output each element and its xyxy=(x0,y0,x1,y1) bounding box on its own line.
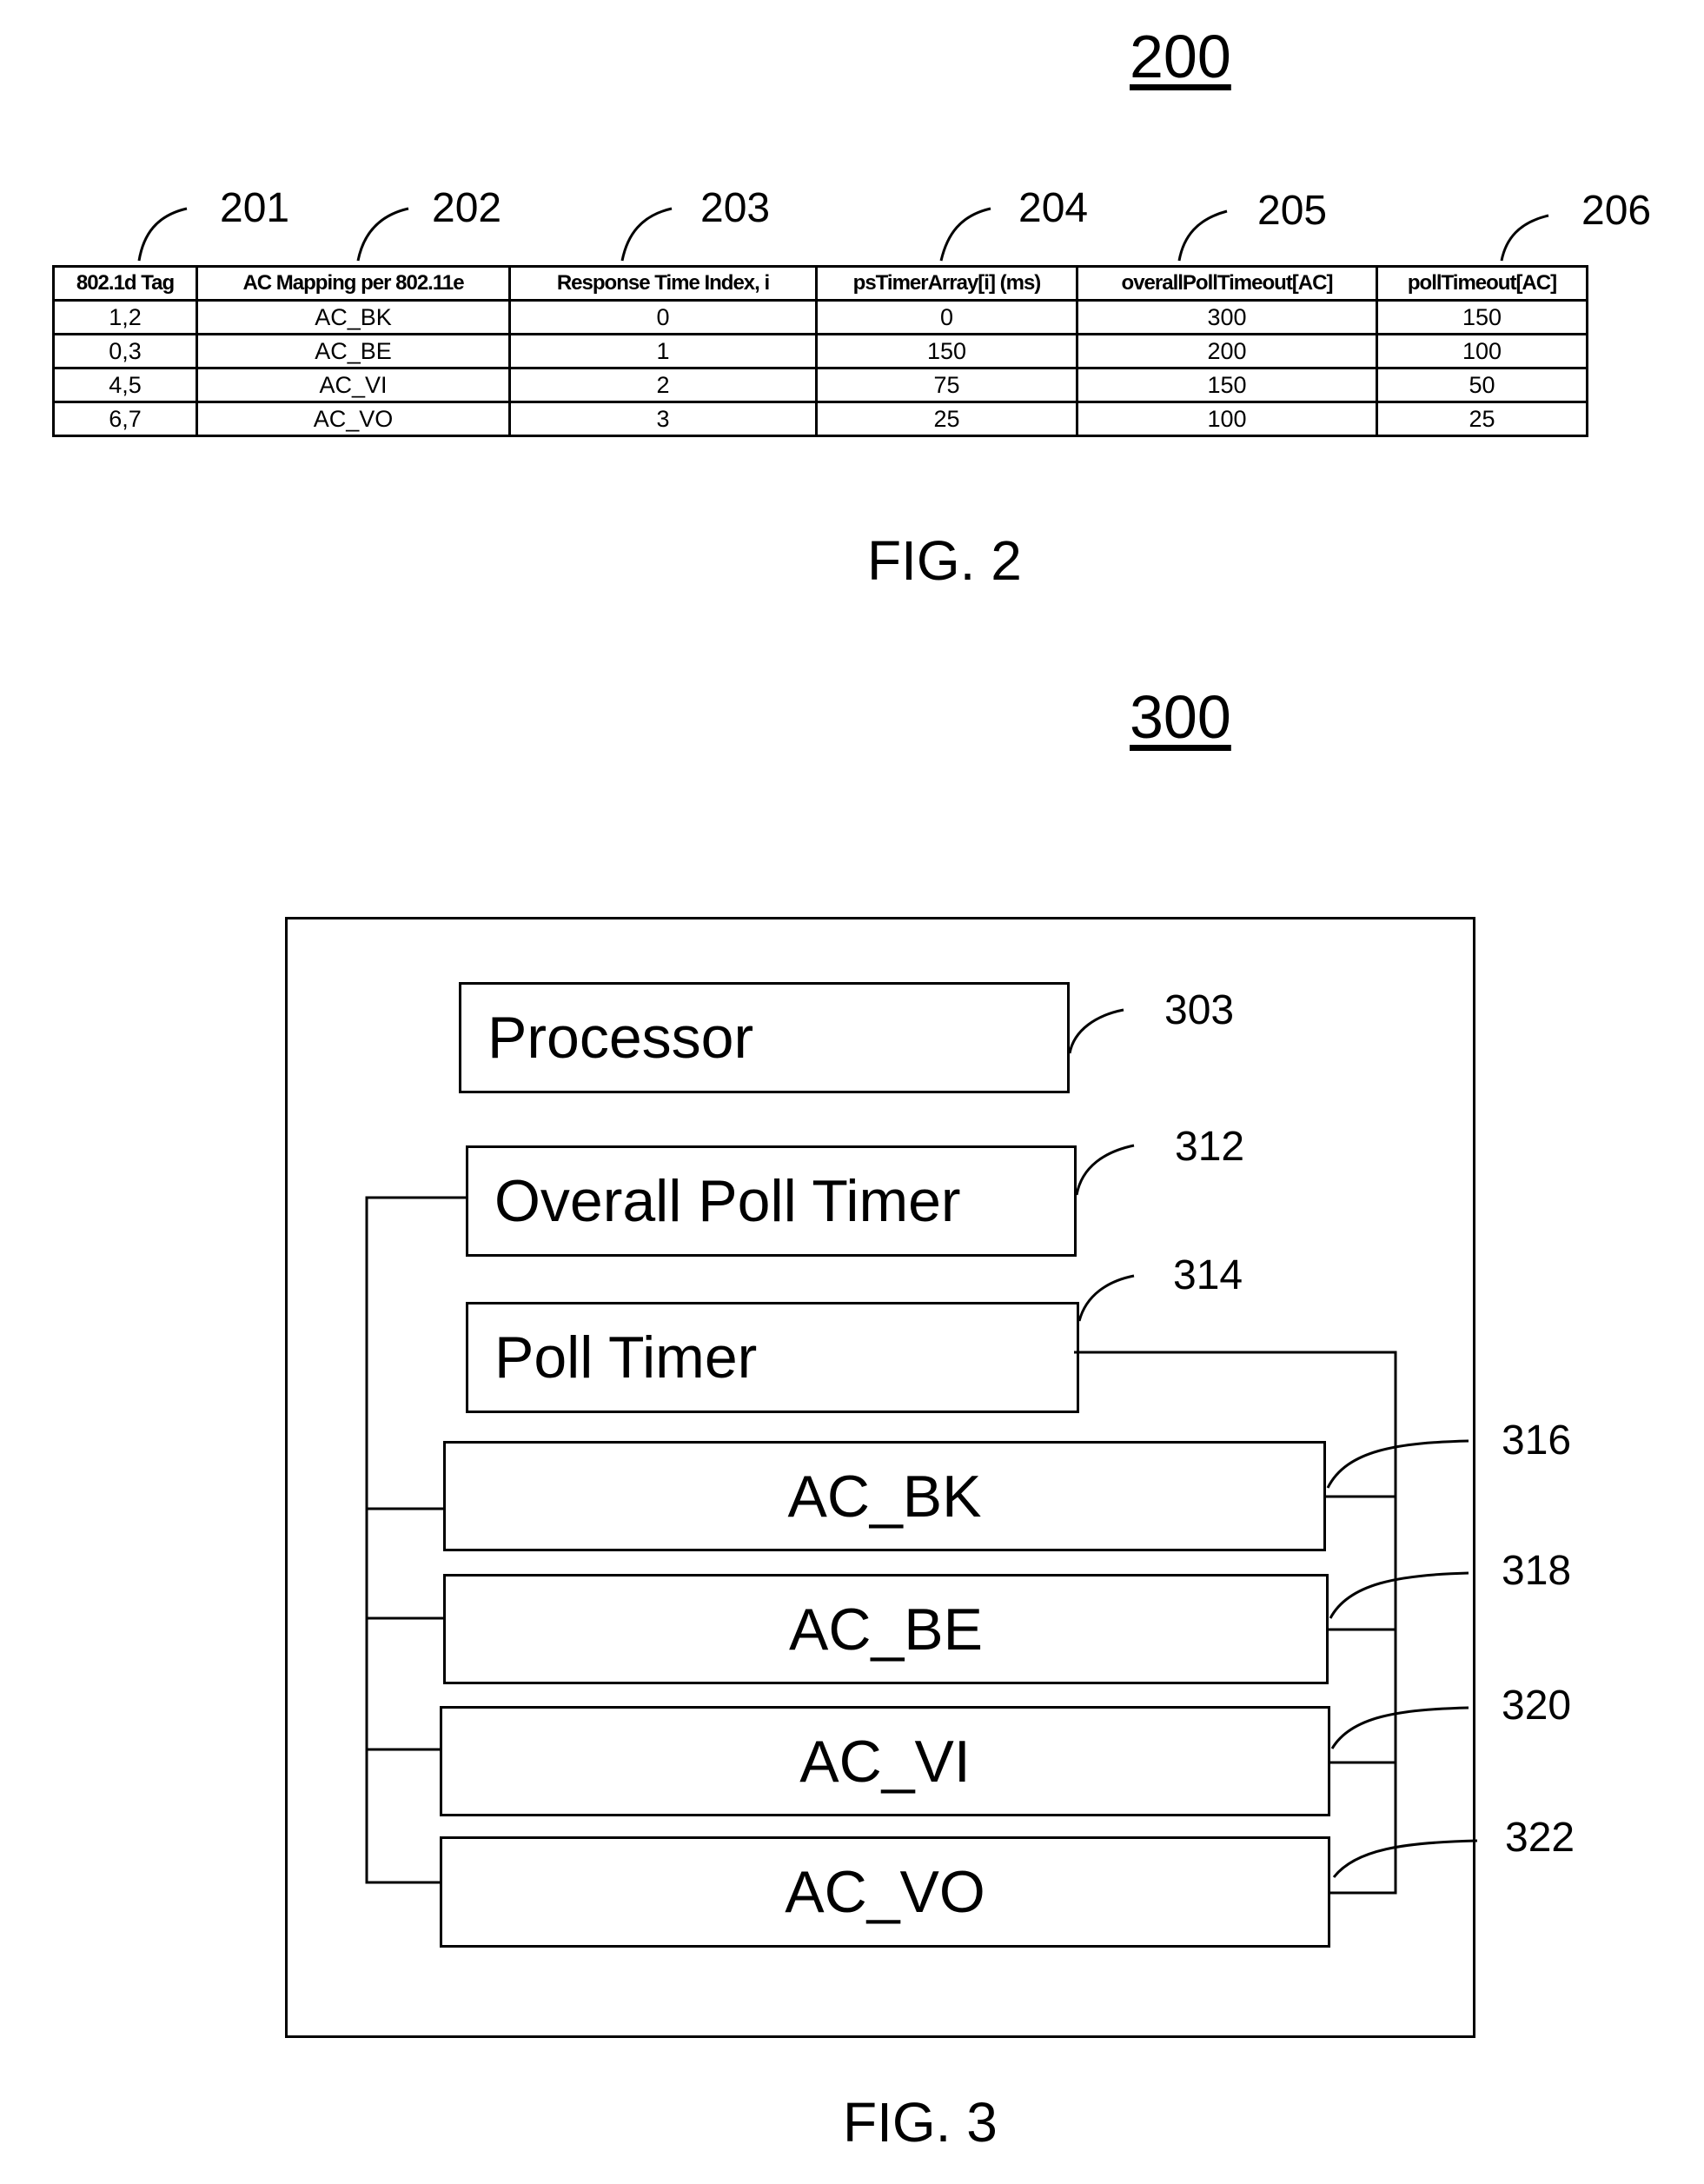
leader-316 xyxy=(1326,1439,1469,1489)
poll-timer-bus xyxy=(1074,1351,1397,1895)
fig3-caption: FIG. 3 xyxy=(843,2091,998,2154)
leader-312 xyxy=(1075,1144,1135,1196)
leader-322 xyxy=(1332,1839,1478,1878)
leader-303 xyxy=(1068,1008,1124,1054)
leader-314 xyxy=(1077,1274,1135,1322)
leader-318 xyxy=(1329,1571,1469,1619)
connection-lines-fig3 xyxy=(365,1008,1478,1895)
overall-poll-timer-bus xyxy=(365,1196,466,1884)
leader-320 xyxy=(1330,1706,1469,1749)
